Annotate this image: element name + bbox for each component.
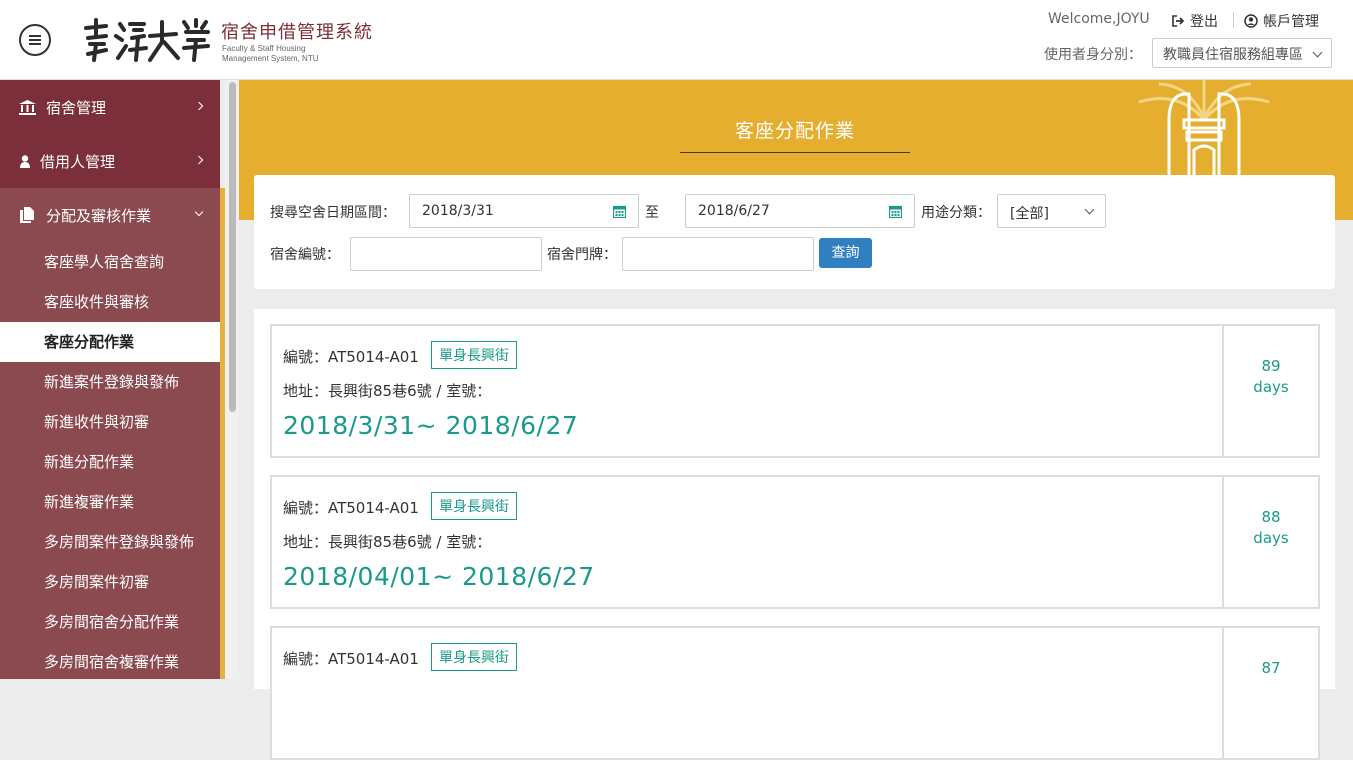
logout-link[interactable]: 登出: [1172, 11, 1218, 31]
sidebar-subitem-visiting-dorm-search[interactable]: 客座學人宿舍查詢: [0, 242, 220, 282]
sidebar-subitem-multiroom-second-review[interactable]: 多房間宿舍複審作業: [0, 642, 220, 682]
account-label: 帳戶管理: [1263, 14, 1319, 30]
sign-out-icon: [1172, 15, 1185, 27]
header-divider: [1233, 12, 1234, 28]
system-subtitle-line-2: Management System, NTU: [222, 54, 319, 63]
sidebar-subitem-new-allocation[interactable]: 新進分配作業: [0, 442, 220, 482]
sidebar: 宿舍管理 借用人管理 分配及審核作業 客座學人宿舍查詢 客座收件與審核 客座分配…: [0, 80, 220, 679]
dorm-number-label: 宿舍編號：: [270, 247, 340, 263]
chevron-down-icon: [1312, 47, 1323, 58]
sidebar-subitem-new-second-review[interactable]: 新進複審作業: [0, 482, 220, 522]
result-days: 88 days: [1222, 477, 1318, 607]
date-from-field[interactable]: 2018/3/31: [409, 194, 639, 228]
result-card[interactable]: 編號：AT5014-A01 單身長興街 地址：長興街85巷6號 / 室號： 20…: [270, 475, 1320, 609]
result-category-tag: 單身長興街: [431, 341, 517, 369]
user-icon: [20, 152, 30, 170]
role-label: 使用者身分別：: [1044, 47, 1142, 63]
chevron-down-icon: [194, 207, 204, 217]
sidebar-subitem-multiroom-allocation[interactable]: 多房間宿舍分配作業: [0, 602, 220, 642]
sidebar-subitem-visiting-allocation[interactable]: 客座分配作業: [0, 322, 220, 362]
sidebar-top-group: 宿舍管理 借用人管理: [0, 80, 220, 188]
sidebar-subitem-new-case-registration[interactable]: 新進案件登錄與發佈: [0, 362, 220, 402]
result-days-number: 88: [1261, 508, 1281, 526]
files-icon: [18, 206, 36, 224]
result-category-tag: 單身長興街: [431, 492, 517, 520]
chevron-right-icon: [194, 101, 204, 111]
sidebar-item-borrower-management[interactable]: 借用人管理: [0, 134, 220, 188]
result-card[interactable]: 編號：AT5014-A01 單身長興街 地址：長興街85巷6號 / 室號： 20…: [270, 324, 1320, 458]
logout-label: 登出: [1190, 14, 1218, 30]
welcome-text: Welcome,JOYU: [1048, 11, 1150, 27]
system-subtitle-line-1: Faculty & Staff Housing: [222, 44, 306, 53]
result-days: 89 days: [1222, 326, 1318, 456]
search-panel: [254, 175, 1335, 289]
sidebar-subitem-visiting-receipt-review[interactable]: 客座收件與審核: [0, 282, 220, 322]
result-address: 地址：長興街85巷6號 / 室號：: [283, 533, 492, 551]
top-header: 宿舍申借管理系統 Faculty & Staff Housing Managem…: [0, 0, 1353, 80]
sidebar-item-dorm-management[interactable]: 宿舍管理: [0, 80, 220, 134]
sidebar-item-label: 宿舍管理: [46, 98, 107, 117]
dorm-number-input[interactable]: [350, 237, 542, 271]
sidebar-subitem-new-receipt-initial-review[interactable]: 新進收件與初審: [0, 402, 220, 442]
result-days-unit: days: [1253, 378, 1289, 396]
hamburger-menu-button[interactable]: [19, 24, 51, 56]
chevron-right-icon: [194, 155, 204, 165]
result-address: 地址：長興街85巷6號 / 室號：: [283, 382, 492, 400]
result-days-number: 87: [1261, 659, 1281, 677]
result-date-range: 2018/04/01~ 2018/6/27: [283, 562, 595, 591]
system-title: 宿舍申借管理系統: [221, 22, 373, 43]
usage-category-value: [全部]: [1010, 206, 1049, 222]
user-circle-icon: [1244, 14, 1258, 28]
result-date-range: 2018/3/31~ 2018/6/27: [283, 411, 579, 440]
result-days: 87: [1222, 628, 1318, 758]
system-subtitle: Faculty & Staff Housing Management Syste…: [222, 44, 318, 64]
date-range-label: 搜尋空舍日期區間：: [270, 205, 396, 221]
query-button[interactable]: 查詢: [819, 238, 872, 268]
page-title-underline: [680, 152, 910, 153]
institution-icon: [18, 98, 36, 116]
account-management-link[interactable]: 帳戶管理: [1244, 11, 1319, 31]
role-select-value: 教職員住宿服務組專區: [1163, 47, 1303, 63]
dorm-door-label: 宿舍門牌：: [547, 247, 617, 263]
palm-gate-illustration: [1138, 80, 1270, 180]
sidebar-subitem-multiroom-registration[interactable]: 多房間案件登錄與發佈: [0, 522, 220, 562]
dorm-door-input[interactable]: [622, 237, 814, 271]
usage-category-select[interactable]: [全部]: [997, 194, 1106, 228]
sidebar-scrollbar-thumb[interactable]: [229, 82, 236, 412]
date-to-label: 至: [645, 205, 659, 221]
sidebar-item-allocation-review[interactable]: 分配及審核作業: [0, 188, 220, 242]
date-from-value: 2018/3/31: [422, 203, 494, 219]
role-select[interactable]: 教職員住宿服務組專區: [1152, 38, 1332, 68]
result-card[interactable]: 編號：AT5014-A01 單身長興街 87: [270, 626, 1320, 760]
calendar-icon: [613, 205, 626, 218]
sidebar-item-label: 分配及審核作業: [46, 206, 152, 225]
page-title: 客座分配作業: [734, 120, 855, 142]
usage-category-label: 用途分類：: [921, 205, 991, 221]
result-number: 編號：AT5014-A01: [283, 348, 419, 366]
date-to-field[interactable]: 2018/6/27: [685, 194, 915, 228]
chevron-down-icon: [1084, 204, 1095, 215]
sidebar-subitem-multiroom-initial-review[interactable]: 多房間案件初審: [0, 562, 220, 602]
date-to-value: 2018/6/27: [698, 203, 770, 219]
result-days-unit: days: [1253, 529, 1289, 547]
result-number: 編號：AT5014-A01: [283, 650, 419, 668]
calendar-icon: [889, 205, 902, 218]
result-number: 編號：AT5014-A01: [283, 499, 419, 517]
ntu-logo: [84, 18, 210, 62]
sidebar-item-label: 借用人管理: [40, 152, 116, 171]
result-days-number: 89: [1261, 357, 1281, 375]
hamburger-icon: [29, 35, 41, 45]
result-category-tag: 單身長興街: [431, 643, 517, 671]
